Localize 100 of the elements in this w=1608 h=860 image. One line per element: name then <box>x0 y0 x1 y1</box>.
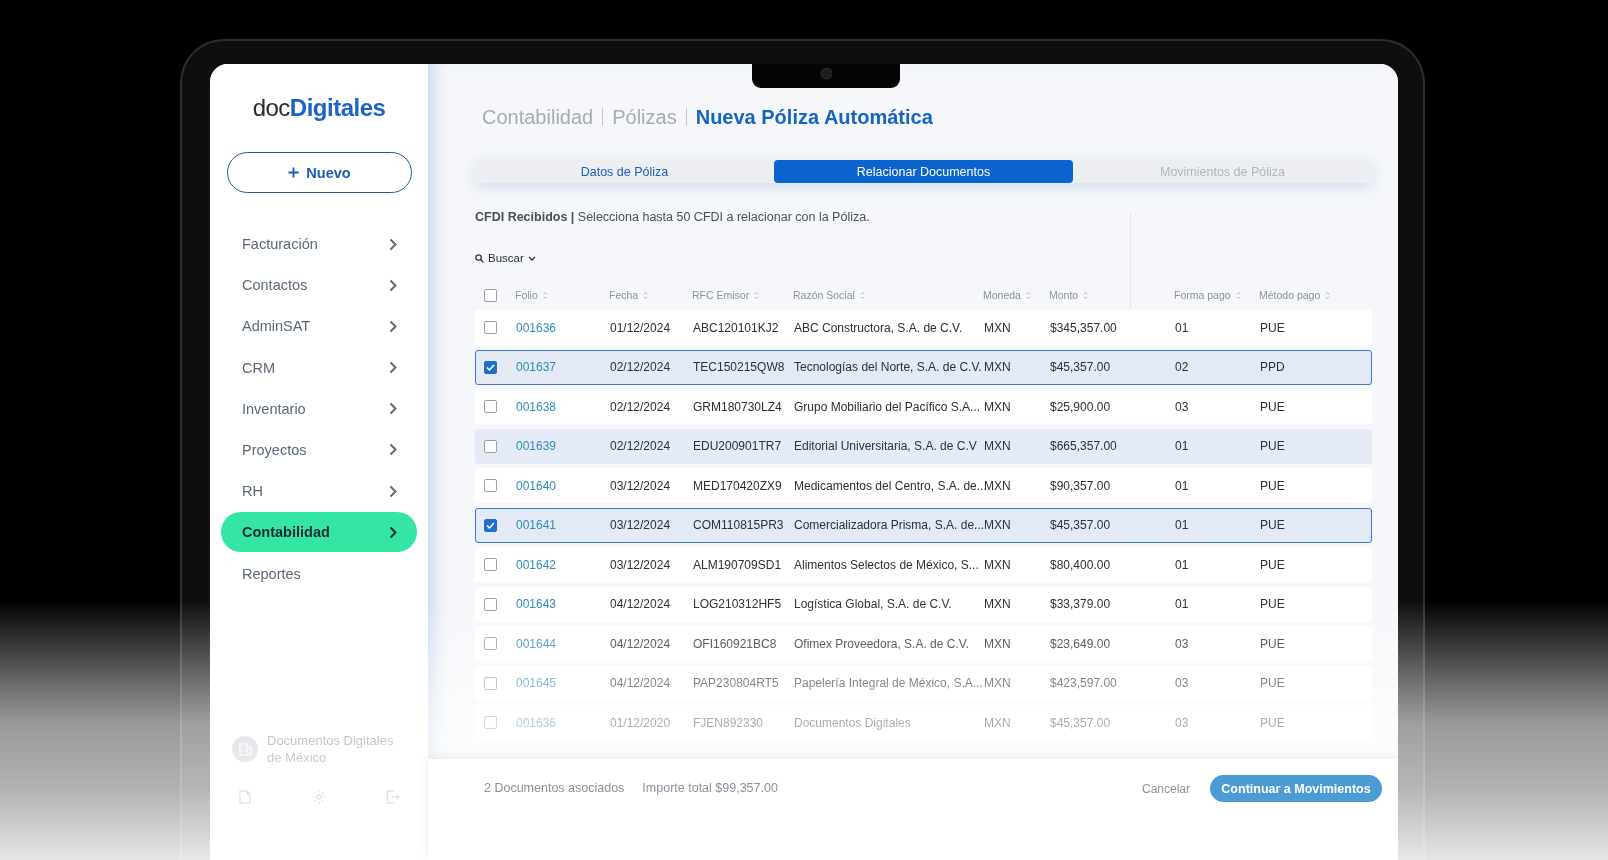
table-cell: Ofimex Proveedora, S.A. de C.V. <box>794 636 969 651</box>
column-header[interactable]: RFC Emisor <box>692 289 760 301</box>
column-header[interactable]: Forma pago <box>1174 289 1241 301</box>
column-header[interactable]: Fecha <box>609 289 649 301</box>
nav-item[interactable]: Contabilidad <box>221 512 417 553</box>
table-cell: MXN <box>984 636 1011 651</box>
checkbox[interactable] <box>484 558 497 571</box>
folio-link[interactable]: 001643 <box>516 597 557 611</box>
section-heading: CFDI Recibidos | Selecciona hasta 50 CFDI a relacionar con la Póliza. <box>475 209 871 226</box>
checkbox[interactable] <box>484 439 497 453</box>
checkbox[interactable] <box>484 360 497 374</box>
checkbox[interactable] <box>484 716 497 729</box>
table-row[interactable]: 001636 01/12/2020 FJEN892330 Documentos Digitales MXN $45,357.00 03 PUE <box>475 705 1372 740</box>
table-cell: PUE <box>1260 478 1285 493</box>
table-row[interactable]: 001644 04/12/2024 OFI160921BC8 Ofimex Proveedora, S.A. de C.V. MXN $23,649.00 03 PUE <box>475 626 1372 661</box>
column-header[interactable]: Método pago <box>1259 289 1331 301</box>
step-tab[interactable]: Relacionar Documentos <box>774 160 1073 183</box>
folio-link[interactable]: 001642 <box>516 557 557 572</box>
table-cell: 03/12/2024 <box>610 478 671 493</box>
column-header[interactable]: Monto <box>1049 289 1089 301</box>
table-cell: GRM180730LZ4 <box>693 399 782 414</box>
table-row[interactable]: 001641 03/12/2024 COM110815PR3 Comercializadora Prisma, S.A. de...MXN $45,357.00 01 PUE <box>475 507 1372 543</box>
table-cell: 02 <box>1175 360 1189 374</box>
table-cell: MXN <box>984 676 1011 690</box>
table-cell: 04/12/2024 <box>610 676 671 690</box>
nav-item[interactable]: Inventario <box>221 388 417 429</box>
table-cell: MXN <box>984 399 1011 414</box>
nav-item[interactable]: Reportes <box>221 553 417 594</box>
search-dropdown[interactable]: Buscar <box>475 250 536 266</box>
breadcrumb-link[interactable]: Pólizas <box>612 105 677 129</box>
nav-item[interactable]: CRM <box>221 347 417 388</box>
table-row[interactable]: 001639 02/12/2024 EDU200901TR7 Editorial Universitaria, S.A. de C.V MXN $665,357.00 01 PUE <box>475 428 1372 464</box>
folio-link[interactable]: 001640 <box>516 478 557 493</box>
folio-link[interactable]: 001645 <box>516 676 557 690</box>
folio-link[interactable]: 001644 <box>516 636 557 651</box>
column-header[interactable]: Moneda <box>983 289 1031 301</box>
table-cell: 04/12/2024 <box>610 636 671 651</box>
table-cell: 01 <box>1175 478 1189 493</box>
select-all-checkbox[interactable] <box>484 288 497 302</box>
table-cell: Alimentos Selectos de México, S... <box>794 557 979 572</box>
sort-icon <box>542 290 548 300</box>
table-cell: $90,357.00 <box>1050 478 1111 493</box>
checkbox[interactable] <box>484 637 497 650</box>
sort-icon <box>1325 290 1331 300</box>
table-cell: LOG210312HF5 <box>693 597 782 611</box>
table-cell: MED170420ZX9 <box>693 478 782 493</box>
nav-item[interactable]: Proyectos <box>221 429 417 470</box>
table-cell: Documentos Digitales <box>794 715 911 730</box>
checkbox[interactable] <box>484 597 497 611</box>
logout-icon[interactable] <box>386 790 400 804</box>
column-header[interactable]: Folio <box>515 289 548 301</box>
table-cell: 03 <box>1175 399 1189 414</box>
nav-item[interactable]: Facturación <box>221 224 417 264</box>
table-cell: 03/12/2024 <box>610 557 671 572</box>
new-button[interactable]: Nuevo <box>227 152 412 193</box>
check-icon <box>486 363 495 371</box>
checkbox[interactable] <box>484 321 497 334</box>
folio-link[interactable]: 001641 <box>516 518 557 532</box>
sort-icon <box>1083 290 1089 300</box>
table-cell: $345,357.00 <box>1050 320 1117 335</box>
column-header[interactable]: Razón Social <box>793 289 865 301</box>
table-cell: $665,357.00 <box>1050 439 1117 453</box>
table-row[interactable]: 001637 02/12/2024 TEC150215QW8 Tecnologías del Norte, S.A. de C.V. MXN $45,357.00 02 PPD <box>475 349 1372 385</box>
sort-icon <box>1025 290 1031 300</box>
checkbox[interactable] <box>484 479 497 492</box>
table-cell: Comercializadora Prisma, S.A. de... <box>794 518 985 532</box>
nav-item[interactable]: RH <box>221 471 417 512</box>
folio-link[interactable]: 001639 <box>516 439 557 453</box>
table-row[interactable]: 001642 03/12/2024 ALM190709SD1 Alimentos Selectos de México, S... MXN $80,400.00 01 PUE <box>475 547 1372 582</box>
continue-button[interactable]: Continuar a Movimientos <box>1210 775 1382 802</box>
table-row[interactable]: 001640 03/12/2024 MED170420ZX9 Medicamentos del Centro, S.A. de...MXN $90,357.00 01 PUE <box>475 468 1372 503</box>
table-row[interactable]: 001643 04/12/2024 LOG210312HF5 Logística Global, S.A. de C.V. MXN $33,379.00 01 PUE <box>475 586 1372 622</box>
folio-link[interactable]: 001636 <box>516 320 557 335</box>
table-cell: Grupo Mobiliario del Pacífico S.A... <box>794 399 981 414</box>
breadcrumb-link[interactable]: Contabilidad <box>482 105 594 129</box>
table-cell: 01 <box>1175 439 1189 453</box>
table-cell: TEC150215QW8 <box>693 360 785 374</box>
table-cell: 03 <box>1175 636 1189 651</box>
table-row[interactable]: 001638 02/12/2024 GRM180730LZ4 Grupo Mobiliario del Pacífico S.A... MXN $25,900.00 03 PUE <box>475 389 1372 424</box>
sort-icon <box>859 290 865 300</box>
table-cell: MXN <box>984 439 1011 453</box>
checkbox[interactable] <box>484 676 497 690</box>
table-row[interactable]: 001636 01/12/2024 ABC120101KJ2 ABC Constructora, S.A. de C.V. MXN $345,357.00 01 PUE <box>475 310 1372 345</box>
page-title: Nueva Póliza Automática <box>695 105 933 129</box>
cancel-button[interactable]: Cancelar <box>1141 775 1190 802</box>
step-tab[interactable]: Datos de Póliza <box>475 160 774 183</box>
table-cell: 04/12/2024 <box>610 597 671 611</box>
caret-icon <box>527 255 536 261</box>
nav-item[interactable]: Contactos <box>221 265 417 306</box>
nav-item[interactable]: AdminSAT <box>221 306 417 347</box>
table-cell: 02/12/2024 <box>610 439 671 453</box>
table-row[interactable]: 001645 04/12/2024 PAP230804RT5 Papelería Integral de México, S.A...MXN $423,597.00 03 PUE <box>475 665 1372 701</box>
table-cell: COM110815PR3 <box>693 518 784 532</box>
checkbox[interactable] <box>484 400 497 413</box>
checkbox[interactable] <box>484 518 497 532</box>
table-cell: $45,357.00 <box>1050 360 1111 374</box>
brand-logo: docDigitales <box>252 94 386 122</box>
folio-link[interactable]: 001638 <box>516 399 557 414</box>
table-cell: Editorial Universitaria, S.A. de C.V <box>794 439 977 453</box>
folio-link[interactable]: 001637 <box>516 360 557 374</box>
